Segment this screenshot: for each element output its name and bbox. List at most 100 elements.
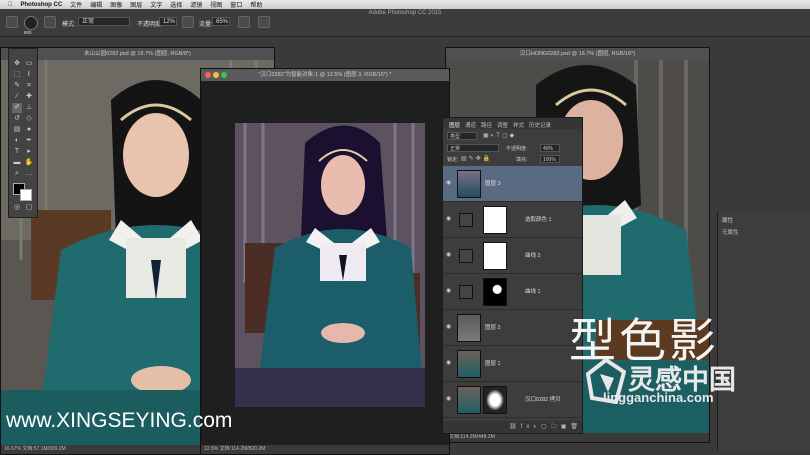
pressure-opacity-icon[interactable] xyxy=(182,16,194,28)
doc-tab-center[interactable]: "汉口0282"为智能对象-1 @ 12.5% (图层 3, RGB/16*) … xyxy=(201,69,449,81)
layer-thumbnail xyxy=(457,386,481,414)
doc-tab-left[interactable]: 未山公园0282.psd @ 16.7% (图层, RGB/8*) xyxy=(1,48,274,60)
shape-tool-icon[interactable]: ▬ xyxy=(12,158,22,168)
layer-filter-icons[interactable]: ▣◐T▢◆ xyxy=(483,132,543,140)
layer-thumbnail xyxy=(457,314,481,342)
layer-name: 选取颜色 1 xyxy=(525,217,552,223)
layer-row[interactable]: ◉ 图层 3 xyxy=(443,166,582,202)
eraser-tool-icon[interactable]: ◇ xyxy=(24,114,34,124)
menu-image[interactable]: 图像 xyxy=(110,0,122,9)
layer-name: 图层 2 xyxy=(485,325,501,331)
eye-icon[interactable]: ◉ xyxy=(446,251,454,259)
layer-lock-icons[interactable]: ▤✎✥🔒 xyxy=(461,155,492,162)
window-minimize-button[interactable] xyxy=(213,72,219,78)
layer-mask-thumbnail xyxy=(483,278,507,306)
layers-panel: 图层 通道 路径 调整 样式 历史记录 类型 ▣◐T▢◆ 正常 不透明度: 40… xyxy=(442,117,583,434)
opacity-field[interactable]: 12% xyxy=(159,17,177,26)
window-close-button[interactable] xyxy=(205,72,211,78)
layer-row[interactable]: ◉ 曲线 1 xyxy=(443,274,582,310)
layer-row[interactable]: ◉ 曲线 2 xyxy=(443,238,582,274)
layer-fill-field[interactable]: 100% xyxy=(540,155,560,163)
watermark-url: www.XINGSEYING.com xyxy=(6,409,233,432)
menu-type[interactable]: 文字 xyxy=(150,0,162,9)
blur-tool-icon[interactable]: ● xyxy=(24,125,34,135)
doc-status-center: 12.5% 文档:114.2M/820.2M xyxy=(201,445,449,454)
brush-tool-icon[interactable]: ✐ xyxy=(12,103,22,113)
window-zoom-button[interactable] xyxy=(221,72,227,78)
zoom-tool-icon[interactable]: ⌕ xyxy=(12,169,22,179)
tab-styles[interactable]: 样式 xyxy=(513,121,524,129)
move-tool-icon[interactable]: ✥ xyxy=(12,59,22,69)
tab-channels[interactable]: 通道 xyxy=(465,121,476,129)
doc-title-center: "汉口0282"为智能对象-1 @ 12.5% (图层 3, RGB/16*) … xyxy=(258,72,392,78)
stamp-tool-icon[interactable]: ⊥ xyxy=(24,103,34,113)
layer-footer-buttons[interactable]: ⛓fx◐▢🗀▣🗑 xyxy=(443,421,582,433)
brush-tool-preset-icon[interactable] xyxy=(6,16,18,28)
artboard-tool-icon[interactable]: ▭ xyxy=(24,59,34,69)
layer-opacity-label: 不透明度: xyxy=(506,146,528,152)
layer-name: 曲线 1 xyxy=(525,289,541,295)
eye-icon[interactable]: ◉ xyxy=(446,215,454,223)
gradient-tool-icon[interactable]: ▤ xyxy=(12,125,22,135)
healing-tool-icon[interactable]: ✚ xyxy=(24,92,34,102)
flow-label: 流量: xyxy=(199,22,213,28)
type-tool-icon[interactable]: T xyxy=(12,147,22,157)
history-brush-tool-icon[interactable]: ↺ xyxy=(12,114,22,124)
more-tools-icon[interactable]: … xyxy=(24,169,34,179)
eye-icon[interactable]: ◉ xyxy=(446,359,454,367)
flow-field[interactable]: 65% xyxy=(212,17,230,26)
menu-bar:  Photoshop CC 文件 编辑 图像 图层 文字 选择 滤镜 视图 窗… xyxy=(0,0,810,9)
layer-mask-thumbnail xyxy=(483,206,507,234)
quick-select-tool-icon[interactable]: ✎ xyxy=(12,81,22,91)
doc-window-center[interactable]: "汉口0282"为智能对象-1 @ 12.5% (图层 3, RGB/16*) … xyxy=(200,68,450,455)
eye-icon[interactable]: ◉ xyxy=(446,179,454,187)
menu-help[interactable]: 帮助 xyxy=(250,0,262,9)
pressure-size-icon[interactable] xyxy=(258,16,270,28)
layer-thumbnail xyxy=(457,350,481,378)
layer-blend-mode-select[interactable]: 正常 xyxy=(447,144,499,152)
menu-view[interactable]: 视图 xyxy=(210,0,222,9)
apple-icon[interactable]:  xyxy=(8,2,13,8)
menu-window[interactable]: 窗口 xyxy=(230,0,242,9)
properties-body: 无属性 xyxy=(722,230,739,236)
marquee-tool-icon[interactable]: ⬚ xyxy=(12,70,22,80)
quick-mask-icon[interactable]: ◎ xyxy=(12,203,22,213)
eye-icon[interactable]: ◉ xyxy=(446,395,454,403)
eye-icon[interactable]: ◉ xyxy=(446,323,454,331)
layer-row[interactable]: ◉ 选取颜色 1 xyxy=(443,202,582,238)
path-select-tool-icon[interactable]: ▸ xyxy=(24,147,34,157)
menu-layer[interactable]: 图层 xyxy=(130,0,142,9)
layer-row[interactable]: ◉ 汉口0282 拷贝 xyxy=(443,382,582,418)
layer-row[interactable]: ◉ 图层 2 xyxy=(443,310,582,346)
brush-size-icon[interactable] xyxy=(24,16,38,30)
dodge-tool-icon[interactable]: ◐ xyxy=(12,136,22,146)
menu-file[interactable]: 文件 xyxy=(70,0,82,9)
layer-opacity-field[interactable]: 40% xyxy=(540,144,560,152)
tab-paths[interactable]: 路径 xyxy=(481,121,492,129)
doc-tab-right[interactable]: 汉口HONG0282.psd @ 16.7% (图层, RGB/16*) xyxy=(446,48,709,60)
app-menu[interactable]: Photoshop CC xyxy=(21,2,63,8)
layer-list: ◉ 图层 3 ◉ 选取颜色 1 ◉ 曲线 2 ◉ 曲线 1 ◉ 图层 2 ◉ 图… xyxy=(443,166,582,421)
screen-mode-icon[interactable]: ▢ xyxy=(24,203,34,213)
tab-history[interactable]: 历史记录 xyxy=(529,121,551,129)
layer-filter-kind[interactable]: 类型 xyxy=(447,132,477,140)
crop-tool-icon[interactable]: ⌗ xyxy=(24,81,34,91)
menu-select[interactable]: 选择 xyxy=(170,0,182,9)
layer-mask-thumbnail xyxy=(483,242,507,270)
pen-tool-icon[interactable]: ✒ xyxy=(24,136,34,146)
brush-panel-icon[interactable] xyxy=(44,16,56,28)
menu-edit[interactable]: 编辑 xyxy=(90,0,102,9)
layer-name: 图层 3 xyxy=(485,181,501,187)
eye-icon[interactable]: ◉ xyxy=(446,287,454,295)
layer-row[interactable]: ◉ 图层 1 xyxy=(443,346,582,382)
hand-tool-icon[interactable]: ✋ xyxy=(24,158,34,168)
background-color-swatch[interactable] xyxy=(20,189,32,201)
menu-filter[interactable]: 滤镜 xyxy=(190,0,202,9)
airbrush-icon[interactable] xyxy=(238,16,250,28)
eyedropper-tool-icon[interactable]: ⁄ xyxy=(12,92,22,102)
mode-select[interactable]: 正常 xyxy=(78,17,130,26)
lasso-tool-icon[interactable]: ℓ xyxy=(24,70,34,80)
adjustment-icon xyxy=(459,213,473,227)
tab-layers[interactable]: 图层 xyxy=(449,121,460,129)
tab-adjustments[interactable]: 调整 xyxy=(497,121,508,129)
